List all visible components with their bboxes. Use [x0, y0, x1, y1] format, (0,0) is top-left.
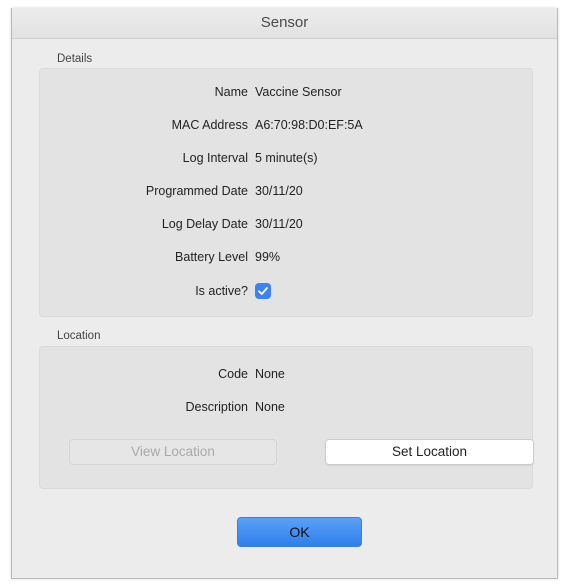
sensor-dialog: Sensor Details Name Vaccine Sensor MAC A… — [11, 8, 558, 579]
details-row-is-active: Is active? — [40, 281, 248, 301]
location-group-title: Location — [57, 330, 101, 342]
battery-level-label: Battery Level — [175, 250, 248, 264]
window-title: Sensor — [12, 8, 557, 39]
location-row-description: Description — [40, 397, 248, 417]
log-interval-label: Log Interval — [182, 151, 248, 165]
details-row-programmed-date: Programmed Date — [40, 181, 248, 201]
ok-button[interactable]: OK — [237, 517, 362, 547]
view-location-button[interactable]: View Location — [69, 439, 277, 465]
name-value: Vaccine Sensor — [255, 85, 342, 99]
details-row-name: Name — [40, 82, 248, 102]
code-value: None — [255, 367, 285, 381]
is-active-checkbox[interactable] — [255, 283, 271, 299]
details-row-battery-level: Battery Level — [40, 247, 248, 267]
details-row-mac: MAC Address — [40, 115, 248, 135]
log-delay-date-value: 30/11/20 — [255, 217, 303, 231]
battery-level-value: 99% — [255, 250, 281, 264]
details-group-title: Details — [57, 53, 93, 65]
log-interval-value: 5 minute(s) — [255, 151, 318, 165]
description-value: None — [255, 400, 285, 414]
details-row-log-interval: Log Interval — [40, 148, 248, 168]
programmed-date-value: 30/11/20 — [255, 184, 303, 198]
code-label: Code — [218, 367, 248, 381]
programmed-date-label: Programmed Date — [145, 184, 248, 198]
description-label: Description — [185, 400, 248, 414]
location-row-code: Code — [40, 364, 248, 384]
mac-address-label: MAC Address — [171, 118, 248, 132]
log-delay-date-label: Log Delay Date — [161, 217, 248, 231]
name-label: Name — [214, 85, 248, 99]
location-group: Code None Description None View Location… — [39, 346, 534, 489]
details-group: Name Vaccine Sensor MAC Address A6:70:98… — [39, 68, 533, 317]
is-active-label: Is active? — [195, 284, 248, 298]
details-row-log-delay-date: Log Delay Date — [40, 214, 248, 234]
mac-address-value: A6:70:98:D0:EF:5A — [255, 118, 363, 132]
checkmark-icon — [258, 287, 268, 295]
set-location-button[interactable]: Set Location — [325, 439, 534, 465]
